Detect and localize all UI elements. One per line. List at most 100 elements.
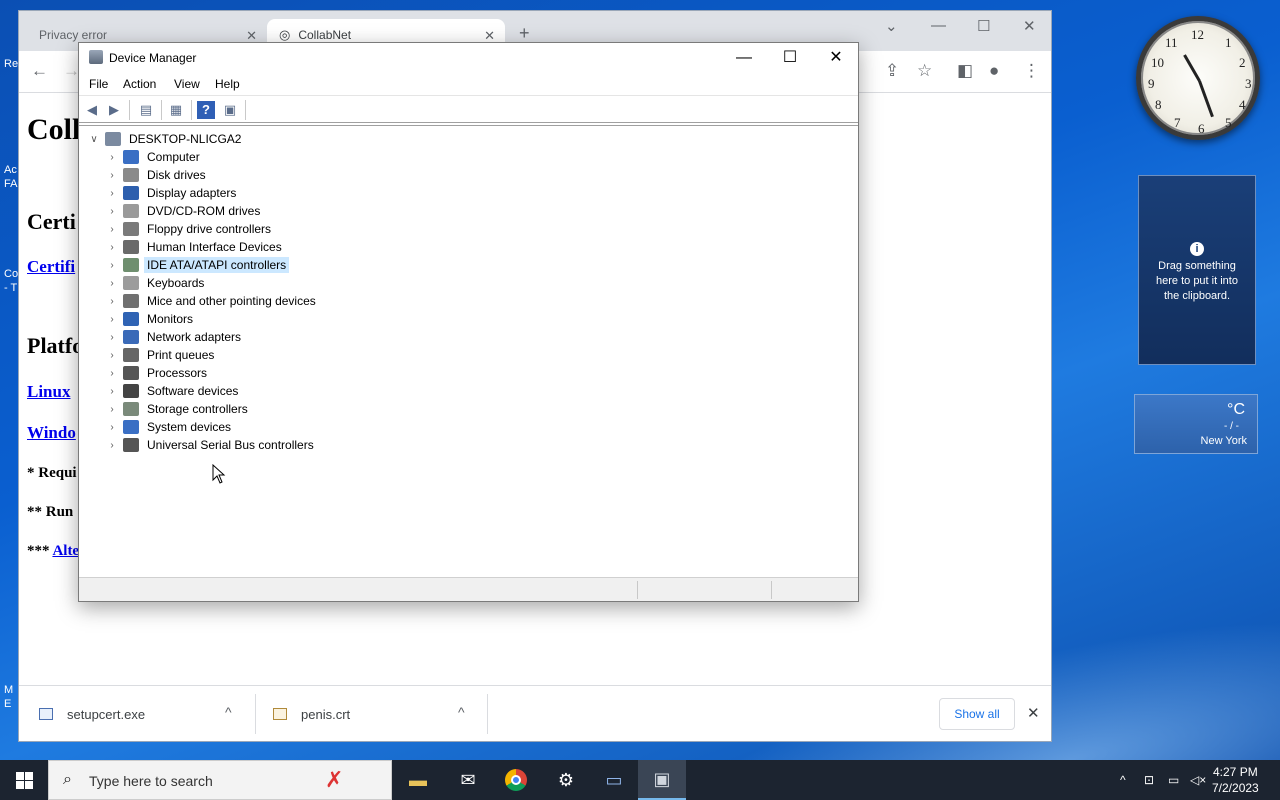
chrome-icon[interactable] <box>492 760 540 800</box>
forward-icon[interactable]: ▶ <box>105 101 123 119</box>
properties-icon[interactable]: ▤ <box>137 101 155 119</box>
scan-hardware-icon[interactable]: ▣ <box>221 101 239 119</box>
maximize-button[interactable]: ☐ <box>767 47 813 71</box>
chevron-right-icon[interactable]: › <box>105 152 119 163</box>
tree-item[interactable]: › Mice and other pointing devices <box>105 292 319 310</box>
desktop-icon-label[interactable]: E <box>4 698 11 710</box>
download-item[interactable]: penis.crt <box>273 686 453 742</box>
linux-link[interactable]: Linux <box>27 382 70 402</box>
remote-desktop-icon[interactable]: ▭ <box>590 760 638 800</box>
tree-item[interactable]: › Software devices <box>105 382 241 400</box>
volume-muted-icon[interactable]: ◁× <box>1190 760 1206 800</box>
title-bar[interactable]: Device Manager — ☐ ✕ <box>79 43 858 73</box>
chevron-down-icon[interactable]: ⌄ <box>885 17 898 35</box>
chevron-right-icon[interactable]: › <box>105 170 119 181</box>
back-icon[interactable]: ◀ <box>83 101 101 119</box>
tree-item[interactable]: › Storage controllers <box>105 400 251 418</box>
chevron-right-icon[interactable]: › <box>105 440 119 451</box>
desktop-icon-label[interactable]: Co <box>4 268 18 280</box>
close-icon[interactable]: ✕ <box>1027 704 1040 722</box>
chevron-right-icon[interactable]: › <box>105 404 119 415</box>
tree-item[interactable]: › Universal Serial Bus controllers <box>105 436 317 454</box>
chevron-right-icon[interactable]: › <box>105 224 119 235</box>
minimize-button[interactable]: — <box>721 47 767 71</box>
desktop-icon-label[interactable]: Re <box>4 58 18 70</box>
taskbar-search[interactable]: ⌕ Type here to search ✗ <box>48 760 392 800</box>
tree-item-label: Computer <box>147 150 200 164</box>
tree-item[interactable]: › Display adapters <box>105 184 239 202</box>
chevron-right-icon[interactable]: › <box>105 260 119 271</box>
mail-icon[interactable]: ✉ <box>444 760 492 800</box>
tree-item[interactable]: › IDE ATA/ATAPI controllers <box>105 256 290 274</box>
start-button[interactable] <box>0 760 48 800</box>
chevron-right-icon[interactable]: › <box>105 278 119 289</box>
profile-icon[interactable]: ● <box>989 61 999 81</box>
cert-link[interactable]: Certifi <box>27 257 75 277</box>
tree-item[interactable]: › Print queues <box>105 346 217 364</box>
download-item[interactable]: setupcert.exe <box>39 686 239 742</box>
network-status-icon[interactable]: ⊡ <box>1144 760 1154 800</box>
chevron-right-icon[interactable]: › <box>105 386 119 397</box>
chevron-up-icon[interactable]: ^ <box>1120 760 1126 800</box>
minimize-button[interactable]: — <box>931 17 946 34</box>
list-icon[interactable]: ▦ <box>167 101 185 119</box>
chevron-right-icon[interactable]: › <box>105 332 119 343</box>
desktop-icon-label[interactable]: M <box>4 684 13 696</box>
menu-view[interactable]: View <box>174 77 200 91</box>
desktop-icon-label[interactable]: FA <box>4 178 17 190</box>
show-all-button[interactable]: Show all <box>939 698 1015 730</box>
close-button[interactable]: ✕ <box>813 47 859 71</box>
weather-gadget[interactable]: °C - / - New York <box>1134 394 1258 454</box>
chevron-down-icon[interactable]: ∨ <box>87 134 101 145</box>
share-icon[interactable]: ⇪ <box>885 61 899 81</box>
tree-item[interactable]: › Network adapters <box>105 328 244 346</box>
star-icon[interactable]: ☆ <box>917 61 932 81</box>
menu-icon[interactable]: ⋮ <box>1023 61 1040 81</box>
file-explorer-icon[interactable]: ▬ <box>394 760 442 800</box>
tree-item[interactable]: › Keyboards <box>105 274 207 292</box>
chevron-right-icon[interactable]: › <box>105 188 119 199</box>
device-category-icon <box>123 420 139 434</box>
chevron-up-icon[interactable]: ^ <box>458 704 465 720</box>
chevron-right-icon[interactable]: › <box>105 206 119 217</box>
tree-item[interactable]: › Floppy drive controllers <box>105 220 274 238</box>
chevron-right-icon[interactable]: › <box>105 350 119 361</box>
clock-gadget[interactable]: 12 1 2 3 4 5 6 7 8 9 10 11 <box>1136 16 1260 140</box>
tree-item[interactable]: › Disk drives <box>105 166 209 184</box>
tree-item[interactable]: › Processors <box>105 364 210 382</box>
chevron-right-icon[interactable]: › <box>105 314 119 325</box>
close-button[interactable]: ✕ <box>1023 17 1036 35</box>
maximize-button[interactable]: ☐ <box>977 17 990 35</box>
tree-root[interactable]: ∨ DESKTOP-NLICGA2 <box>87 130 244 148</box>
menu-file[interactable]: File <box>89 77 108 91</box>
chevron-right-icon[interactable]: › <box>105 368 119 379</box>
tree-root-label: DESKTOP-NLICGA2 <box>129 132 242 146</box>
chevron-right-icon[interactable]: › <box>105 296 119 307</box>
chevron-up-icon[interactable]: ^ <box>225 704 232 720</box>
clipboard-gadget[interactable]: i Drag something here to put it into the… <box>1138 175 1256 365</box>
side-panel-icon[interactable]: ◧ <box>957 61 973 81</box>
certificate-file-icon <box>273 708 287 720</box>
desktop-icon-label[interactable]: Ac <box>4 164 17 176</box>
tree-item[interactable]: › Human Interface Devices <box>105 238 285 256</box>
tree-item[interactable]: › System devices <box>105 418 234 436</box>
windows-link[interactable]: Windo <box>27 423 76 443</box>
alternative-link[interactable]: Alte <box>52 543 79 559</box>
back-icon[interactable]: ← <box>31 61 48 81</box>
tree-item[interactable]: › DVD/CD-ROM drives <box>105 202 263 220</box>
taskbar-clock[interactable]: 4:27 PM 7/2/2023 <box>1212 764 1259 796</box>
settings-icon[interactable]: ⚙ <box>542 760 590 800</box>
tree-item-label: Human Interface Devices <box>147 240 282 254</box>
menu-action[interactable]: Action <box>123 77 156 91</box>
tree-item[interactable]: › Computer <box>105 148 203 166</box>
chevron-right-icon[interactable]: › <box>105 422 119 433</box>
network-icon[interactable]: ▭ <box>1168 760 1179 800</box>
chevron-right-icon[interactable]: › <box>105 242 119 253</box>
tree-item[interactable]: › Monitors <box>105 310 196 328</box>
menu-help[interactable]: Help <box>215 77 240 91</box>
tab-label: CollabNet <box>298 28 352 42</box>
new-tab-button[interactable]: + <box>519 23 530 44</box>
desktop-icon-label[interactable]: - T <box>4 282 17 294</box>
help-icon[interactable]: ? <box>197 101 215 119</box>
device-manager-taskbar-icon[interactable]: ▣ <box>638 760 686 800</box>
